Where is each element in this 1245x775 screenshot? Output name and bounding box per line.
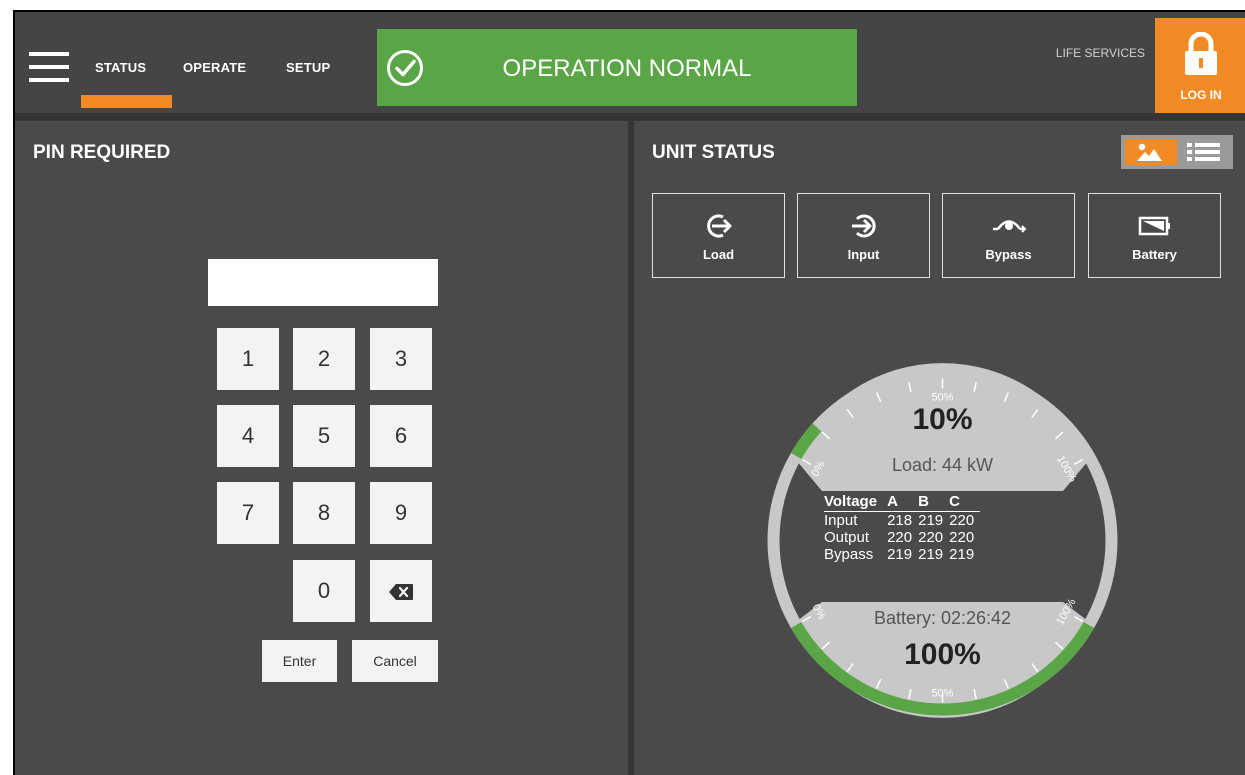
table-row: Input 218 219 220 (824, 512, 980, 530)
key-4[interactable]: 4 (217, 405, 279, 467)
table-row: Bypass 219 219 219 (824, 546, 980, 563)
menu-icon[interactable] (29, 52, 69, 82)
load-scale-mid-label: 50% (931, 391, 953, 403)
active-tab-indicator (81, 95, 172, 108)
battery-icon (1138, 216, 1170, 236)
life-services-label: LIFE SERVICES (1055, 46, 1145, 60)
pin-input[interactable] (208, 259, 438, 306)
pin-title: PIN REQUIRED (33, 142, 171, 163)
top-bar: STATUS OPERATE SETUP OPERATION NORMAL LI… (15, 12, 1245, 114)
phase-c-header: C (949, 493, 981, 512)
key-5[interactable]: 5 (293, 405, 355, 467)
key-6[interactable]: 6 (370, 405, 432, 467)
login-button[interactable]: LOG IN (1155, 18, 1245, 114)
battery-tile[interactable]: Battery (1088, 193, 1221, 278)
status-text: OPERATION NORMAL (502, 55, 752, 82)
login-label: LOG IN (1180, 88, 1222, 102)
key-1[interactable]: 1 (217, 328, 279, 390)
backspace-key[interactable] (370, 560, 432, 622)
load-tile[interactable]: Load (652, 193, 785, 278)
list-view-button[interactable] (1179, 139, 1229, 165)
cell-value: 220 (949, 512, 975, 529)
voltage-table: Voltage A B C Input 218 219 220 Output 2… (824, 493, 981, 563)
cell-value: 219 (949, 546, 975, 563)
battery-percent: 100% (904, 638, 981, 671)
row-label: Input (824, 512, 858, 529)
cell-value: 219 (887, 546, 913, 563)
cell-value: 219 (918, 512, 944, 529)
tab-operate[interactable]: OPERATE (183, 60, 246, 75)
mimic-view-icon (1137, 143, 1162, 161)
phase-b-header: B (918, 493, 950, 512)
table-row: Output 220 220 220 (824, 529, 980, 546)
tab-setup[interactable]: SETUP (286, 60, 330, 75)
row-label: Bypass (824, 546, 874, 563)
key-2[interactable]: 2 (293, 328, 355, 390)
bypass-icon (992, 220, 1026, 233)
enter-button[interactable]: Enter (262, 640, 337, 682)
list-icon (1187, 143, 1220, 161)
cell-value: 219 (918, 546, 944, 563)
graphic-view-button[interactable] (1125, 139, 1177, 165)
load-icon (706, 214, 731, 238)
load-tile-label: Load (702, 247, 735, 262)
key-8[interactable]: 8 (293, 482, 355, 544)
lock-icon (1185, 32, 1217, 75)
ups-display: STATUS OPERATE SETUP OPERATION NORMAL LI… (13, 10, 1245, 775)
key-0[interactable]: 0 (293, 560, 355, 622)
key-9[interactable]: 9 (370, 482, 432, 544)
load-kw-text: Load: 44 kW (891, 455, 994, 475)
cell-value: 220 (949, 529, 975, 546)
battery-scale-mid-label: 50% (931, 687, 953, 699)
bypass-tile-label: Bypass (985, 247, 1032, 262)
life-services-link[interactable]: LIFE SERVICES (1055, 45, 1145, 62)
key-7[interactable]: 7 (217, 482, 279, 544)
key-3[interactable]: 3 (370, 328, 432, 390)
tab-status[interactable]: STATUS (95, 60, 146, 75)
unit-status-title: UNIT STATUS (652, 142, 775, 163)
cancel-button[interactable]: Cancel (352, 640, 438, 682)
bypass-tile[interactable]: Bypass (942, 193, 1075, 278)
load-battery-gauge: 0% 50% 100% 0% 50% 100% 10% Load: 44 kW Volta… (766, 355, 1119, 726)
load-percent: 10% (912, 403, 973, 436)
status-banner: OPERATION NORMAL (377, 29, 857, 106)
voltage-table-header: Voltage A B C (824, 493, 981, 512)
cell-value: 218 (887, 512, 913, 529)
input-tile-label: Input (847, 247, 880, 262)
input-icon (851, 214, 876, 238)
view-toggle (1121, 135, 1233, 169)
cell-value: 220 (887, 529, 913, 546)
battery-runtime-text: Battery: 02:26:42 (873, 608, 1012, 628)
phase-a-header: A (887, 493, 919, 512)
panel-divider (628, 113, 634, 775)
battery-tile-label: Battery (1132, 247, 1177, 262)
voltage-header: Voltage (824, 493, 888, 512)
row-label: Output (824, 529, 870, 546)
input-tile[interactable]: Input (797, 193, 930, 278)
cell-value: 220 (918, 529, 944, 546)
backspace-icon (389, 584, 413, 601)
